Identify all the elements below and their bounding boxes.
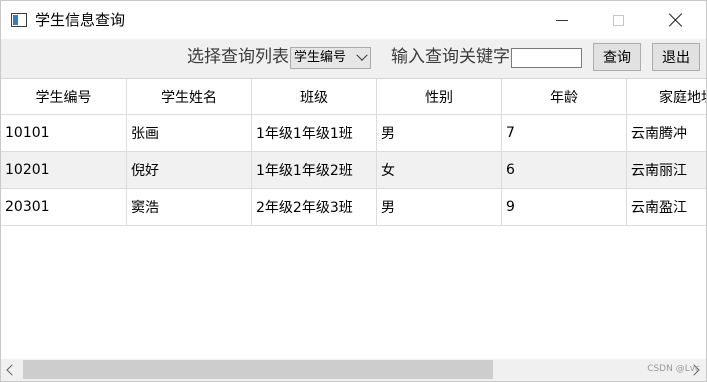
column-header[interactable]: 学生编号 [1, 79, 127, 115]
main-window: 学生信息查询 选择查询列表 学生编号 输入查询关键字 查询 退出 学生编号 学生… [0, 0, 707, 382]
table-cell[interactable]: 云南盈江 [627, 189, 706, 226]
maximize-button[interactable] [595, 1, 641, 39]
table-cell[interactable]: 女 [377, 152, 502, 189]
app-window-icon [11, 13, 27, 27]
column-header[interactable]: 性别 [377, 79, 502, 115]
close-button[interactable] [653, 1, 699, 39]
title-bar[interactable]: 学生信息查询 [1, 1, 706, 39]
query-button[interactable]: 查询 [593, 43, 641, 71]
close-icon [669, 13, 683, 27]
scrollbar-thumb[interactable] [23, 360, 493, 379]
table-cell[interactable]: 1年级1年级2班 [252, 152, 377, 189]
table-row[interactable]: 10101 张画 1年级1年级1班 男 7 云南腾冲 [1, 115, 706, 152]
table-cell[interactable]: 6 [502, 152, 627, 189]
keyword-label: 输入查询关键字 [391, 47, 510, 67]
table-cell[interactable]: 倪好 [127, 152, 252, 189]
keyword-input[interactable] [511, 48, 582, 68]
table-cell[interactable]: 9 [502, 189, 627, 226]
table-cell[interactable]: 2年级2年级3班 [252, 189, 377, 226]
maximize-icon [612, 14, 624, 26]
table-cell[interactable]: 窦浩 [127, 189, 252, 226]
table-row[interactable]: 10201 倪好 1年级1年级2班 女 6 云南丽江 [1, 152, 706, 189]
select-column-label: 选择查询列表 [187, 47, 289, 67]
scroll-left-icon[interactable] [5, 364, 15, 376]
table-row[interactable]: 20301 窦浩 2年级2年级3班 男 9 云南盈江 [1, 189, 706, 226]
horizontal-scrollbar[interactable]: CSDN @Lvc [1, 359, 706, 381]
column-select[interactable]: 学生编号 [290, 47, 371, 69]
table-cell[interactable]: 10101 [1, 115, 127, 152]
table-cell[interactable]: 20301 [1, 189, 127, 226]
table-cell[interactable]: 张画 [127, 115, 252, 152]
search-toolbar: 选择查询列表 学生编号 输入查询关键字 查询 退出 [1, 39, 706, 77]
exit-button[interactable]: 退出 [652, 43, 700, 71]
column-header[interactable]: 年龄 [502, 79, 627, 115]
column-header[interactable]: 班级 [252, 79, 377, 115]
table-cell[interactable]: 7 [502, 115, 627, 152]
column-header[interactable]: 家庭地址 [627, 79, 706, 115]
chevron-down-icon [356, 49, 368, 61]
minimize-icon [556, 19, 568, 21]
window-title: 学生信息查询 [35, 11, 126, 29]
table-cell[interactable]: 男 [377, 189, 502, 226]
minimize-button[interactable] [539, 1, 585, 39]
student-table[interactable]: 学生编号 学生姓名 班级 性别 年龄 家庭地址 10101 张画 1年级1年级1… [1, 78, 706, 359]
table-cell[interactable]: 云南丽江 [627, 152, 706, 189]
table-cell[interactable]: 男 [377, 115, 502, 152]
column-header[interactable]: 学生姓名 [127, 79, 252, 115]
watermark: CSDN @Lvc [647, 364, 700, 374]
table-header: 学生编号 学生姓名 班级 性别 年龄 家庭地址 [1, 79, 706, 115]
table-cell[interactable]: 云南腾冲 [627, 115, 706, 152]
table-cell[interactable]: 10201 [1, 152, 127, 189]
table-cell[interactable]: 1年级1年级1班 [252, 115, 377, 152]
column-select-value: 学生编号 [294, 50, 347, 65]
